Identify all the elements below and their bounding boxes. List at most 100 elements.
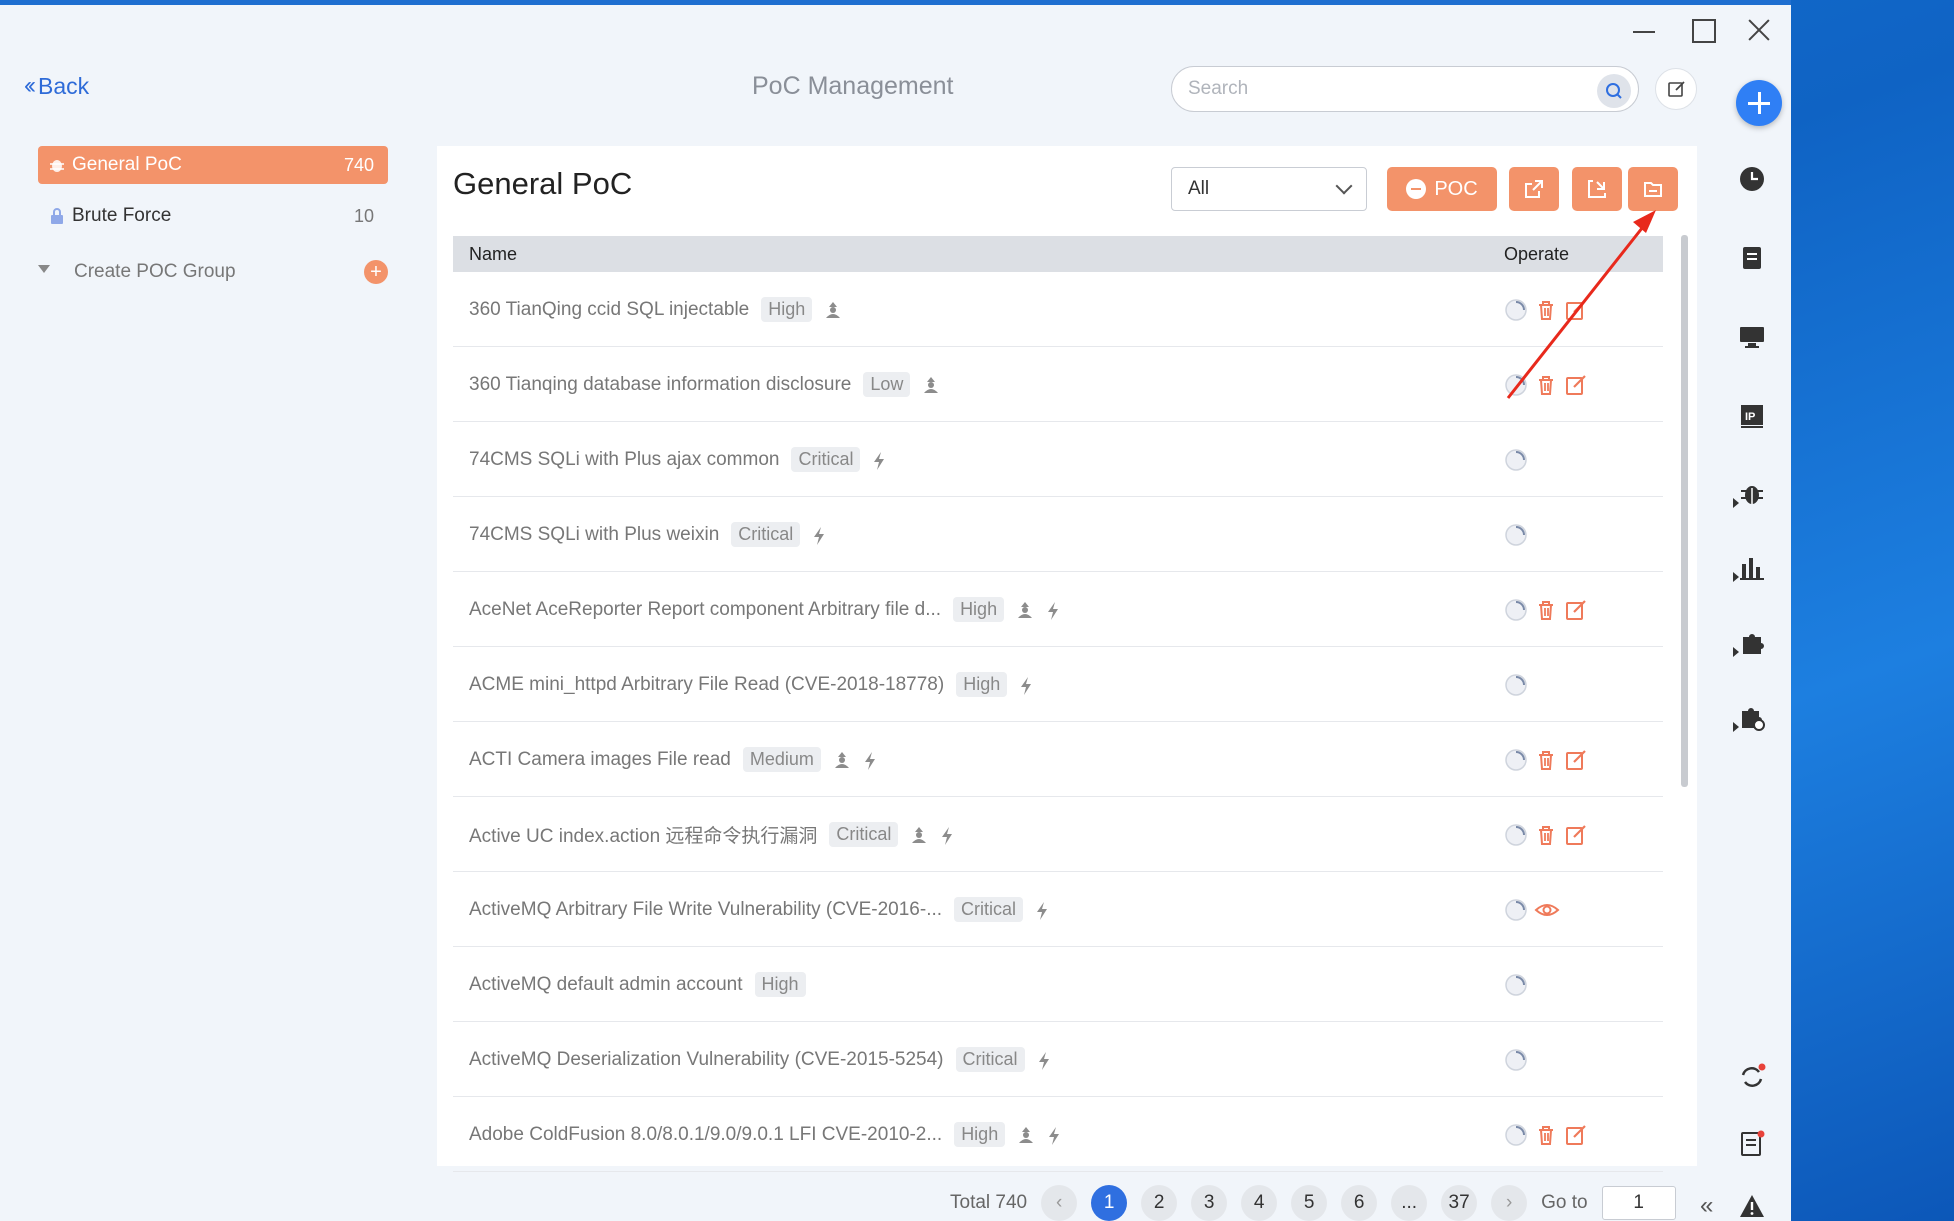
table-row[interactable]: ACTI Camera images File read Medium — [453, 722, 1663, 797]
edit-icon[interactable] — [1564, 748, 1588, 772]
delete-icon[interactable] — [1534, 598, 1558, 622]
search-icon[interactable] — [1597, 74, 1631, 108]
operate-cell — [1504, 797, 1588, 872]
table-row[interactable]: 74CMS SQLi with Plus ajax common Critica… — [453, 422, 1663, 497]
page-button[interactable]: 2 — [1141, 1185, 1178, 1221]
lightning-icon — [1046, 601, 1064, 620]
export-button[interactable] — [1509, 167, 1559, 211]
severity-badge: Low — [863, 372, 911, 397]
monitor-icon[interactable] — [1738, 323, 1766, 351]
table-row[interactable]: 360 Tianqing database information disclo… — [453, 347, 1663, 422]
sidebar-item-general-poc[interactable]: General PoC 740 — [38, 146, 388, 184]
page-button[interactable]: 37 — [1441, 1185, 1478, 1221]
table-row[interactable]: 74CMS SQLi with Plus weixin Critical — [453, 497, 1663, 572]
severity-badge: Critical — [731, 522, 801, 547]
scrollbar[interactable] — [1681, 235, 1688, 787]
status-spinner-icon — [1504, 523, 1528, 547]
lightning-icon — [1037, 1051, 1055, 1070]
filter-value: All — [1188, 178, 1210, 199]
bug-icon[interactable] — [1738, 479, 1766, 507]
clock-icon[interactable] — [1738, 165, 1766, 193]
severity-badge: High — [953, 597, 1005, 622]
operate-cell — [1504, 497, 1528, 572]
table-row[interactable]: ActiveMQ Deserialization Vulnerability (… — [453, 1022, 1663, 1097]
folder-button[interactable] — [1628, 167, 1678, 211]
edit-icon[interactable] — [1564, 598, 1588, 622]
filter-select[interactable]: All — [1171, 167, 1367, 211]
poc-name: ACME mini_httpd Arbitrary File Read (CVE… — [469, 673, 945, 695]
table-row[interactable]: ACME mini_httpd Arbitrary File Read (CVE… — [453, 647, 1663, 722]
ip-icon[interactable]: IP — [1738, 402, 1766, 430]
minimize-icon[interactable] — [1627, 10, 1661, 50]
page-button[interactable]: 4 — [1241, 1185, 1278, 1221]
document-icon[interactable] — [1738, 244, 1766, 272]
lightning-icon — [812, 526, 830, 545]
poc-name-cell: 74CMS SQLi with Plus ajax common Critica… — [469, 422, 890, 497]
severity-badge: Critical — [791, 447, 861, 472]
back-button[interactable]: ‹‹ Back — [24, 72, 89, 100]
next-page-icon[interactable]: › — [1491, 1185, 1528, 1221]
plugin-settings-icon[interactable] — [1738, 704, 1766, 732]
delete-icon[interactable] — [1534, 748, 1558, 772]
severity-badge: Critical — [955, 1047, 1025, 1072]
edit-icon[interactable] — [1655, 68, 1697, 110]
severity-badge: High — [954, 1122, 1006, 1147]
expand-caret-icon[interactable] — [1733, 498, 1739, 508]
add-poc-button[interactable]: POC — [1387, 167, 1497, 211]
delete-icon[interactable] — [1534, 1123, 1558, 1147]
double-chevron-left-icon: ‹‹ — [24, 72, 36, 99]
warning-icon[interactable] — [1738, 1192, 1766, 1220]
import-icon — [1588, 180, 1606, 198]
poc-table-body: 360 TianQing ccid SQL injectable High 36… — [453, 272, 1663, 1172]
edit-icon[interactable] — [1564, 1123, 1588, 1147]
severity-badge: Medium — [742, 747, 821, 772]
poc-name-cell: ACTI Camera images File read Medium — [469, 722, 881, 797]
poc-name: 360 TianQing ccid SQL injectable — [469, 298, 750, 320]
page-ellipsis-button[interactable]: ... — [1391, 1185, 1428, 1221]
delete-icon[interactable] — [1534, 823, 1558, 847]
edit-icon[interactable] — [1564, 823, 1588, 847]
create-poc-group[interactable]: Create POC Group + — [38, 255, 388, 289]
table-row[interactable]: ActiveMQ Arbitrary File Write Vulnerabil… — [453, 872, 1663, 947]
sidebar-item-count: 10 — [353, 205, 374, 226]
table-row[interactable]: Adobe ColdFusion 8.0/8.0.1/9.0/9.0.1 LFI… — [453, 1097, 1663, 1172]
log-icon[interactable] — [1738, 1130, 1766, 1158]
puzzle-icon[interactable] — [1738, 629, 1766, 657]
status-spinner-icon — [1504, 748, 1528, 772]
sidebar-item-count: 740 — [343, 154, 374, 175]
goto-page-input[interactable] — [1601, 1186, 1676, 1220]
lightning-icon — [863, 751, 881, 770]
status-spinner-icon — [1504, 823, 1528, 847]
poc-name: ActiveMQ Deserialization Vulnerability (… — [469, 1048, 944, 1070]
goto-label: Go to — [1541, 1192, 1588, 1213]
view-icon[interactable] — [1534, 898, 1560, 922]
operate-cell — [1504, 647, 1528, 722]
table-row[interactable]: ActiveMQ default admin account High — [453, 947, 1663, 1022]
operate-cell — [1504, 1022, 1528, 1097]
edit-icon[interactable] — [1564, 298, 1588, 322]
page-button[interactable]: 6 — [1341, 1185, 1378, 1221]
import-button[interactable] — [1572, 167, 1622, 211]
expand-caret-icon[interactable] — [1733, 647, 1739, 657]
prev-page-icon[interactable]: ‹ — [1041, 1185, 1078, 1221]
sidebar-item-brute-force[interactable]: Brute Force 10 — [38, 197, 388, 235]
add-group-icon[interactable]: + — [364, 260, 388, 284]
delete-icon[interactable] — [1534, 298, 1558, 322]
sidebar-item-label: Brute Force — [72, 205, 172, 226]
table-row[interactable]: 360 TianQing ccid SQL injectable High — [453, 272, 1663, 347]
bar-chart-icon[interactable] — [1738, 554, 1766, 582]
page-button[interactable]: 5 — [1291, 1185, 1328, 1221]
user-flag-icon — [833, 751, 851, 769]
poc-name: Active UC index.action 远程命令执行漏洞 — [469, 826, 818, 847]
edit-icon[interactable] — [1564, 373, 1588, 397]
table-row[interactable]: AceNet AceReporter Report component Arbi… — [453, 572, 1663, 647]
table-row[interactable]: Active UC index.action 远程命令执行漏洞 Critical — [453, 797, 1663, 872]
page-button[interactable]: 3 — [1191, 1185, 1228, 1221]
delete-icon[interactable] — [1534, 373, 1558, 397]
expand-caret-icon[interactable] — [1733, 722, 1739, 732]
sync-icon[interactable] — [1738, 1063, 1766, 1091]
search-input[interactable] — [1171, 66, 1639, 112]
expand-caret-icon[interactable] — [1733, 572, 1739, 582]
operate-cell — [1504, 572, 1588, 647]
page-button[interactable]: 1 — [1091, 1185, 1128, 1221]
